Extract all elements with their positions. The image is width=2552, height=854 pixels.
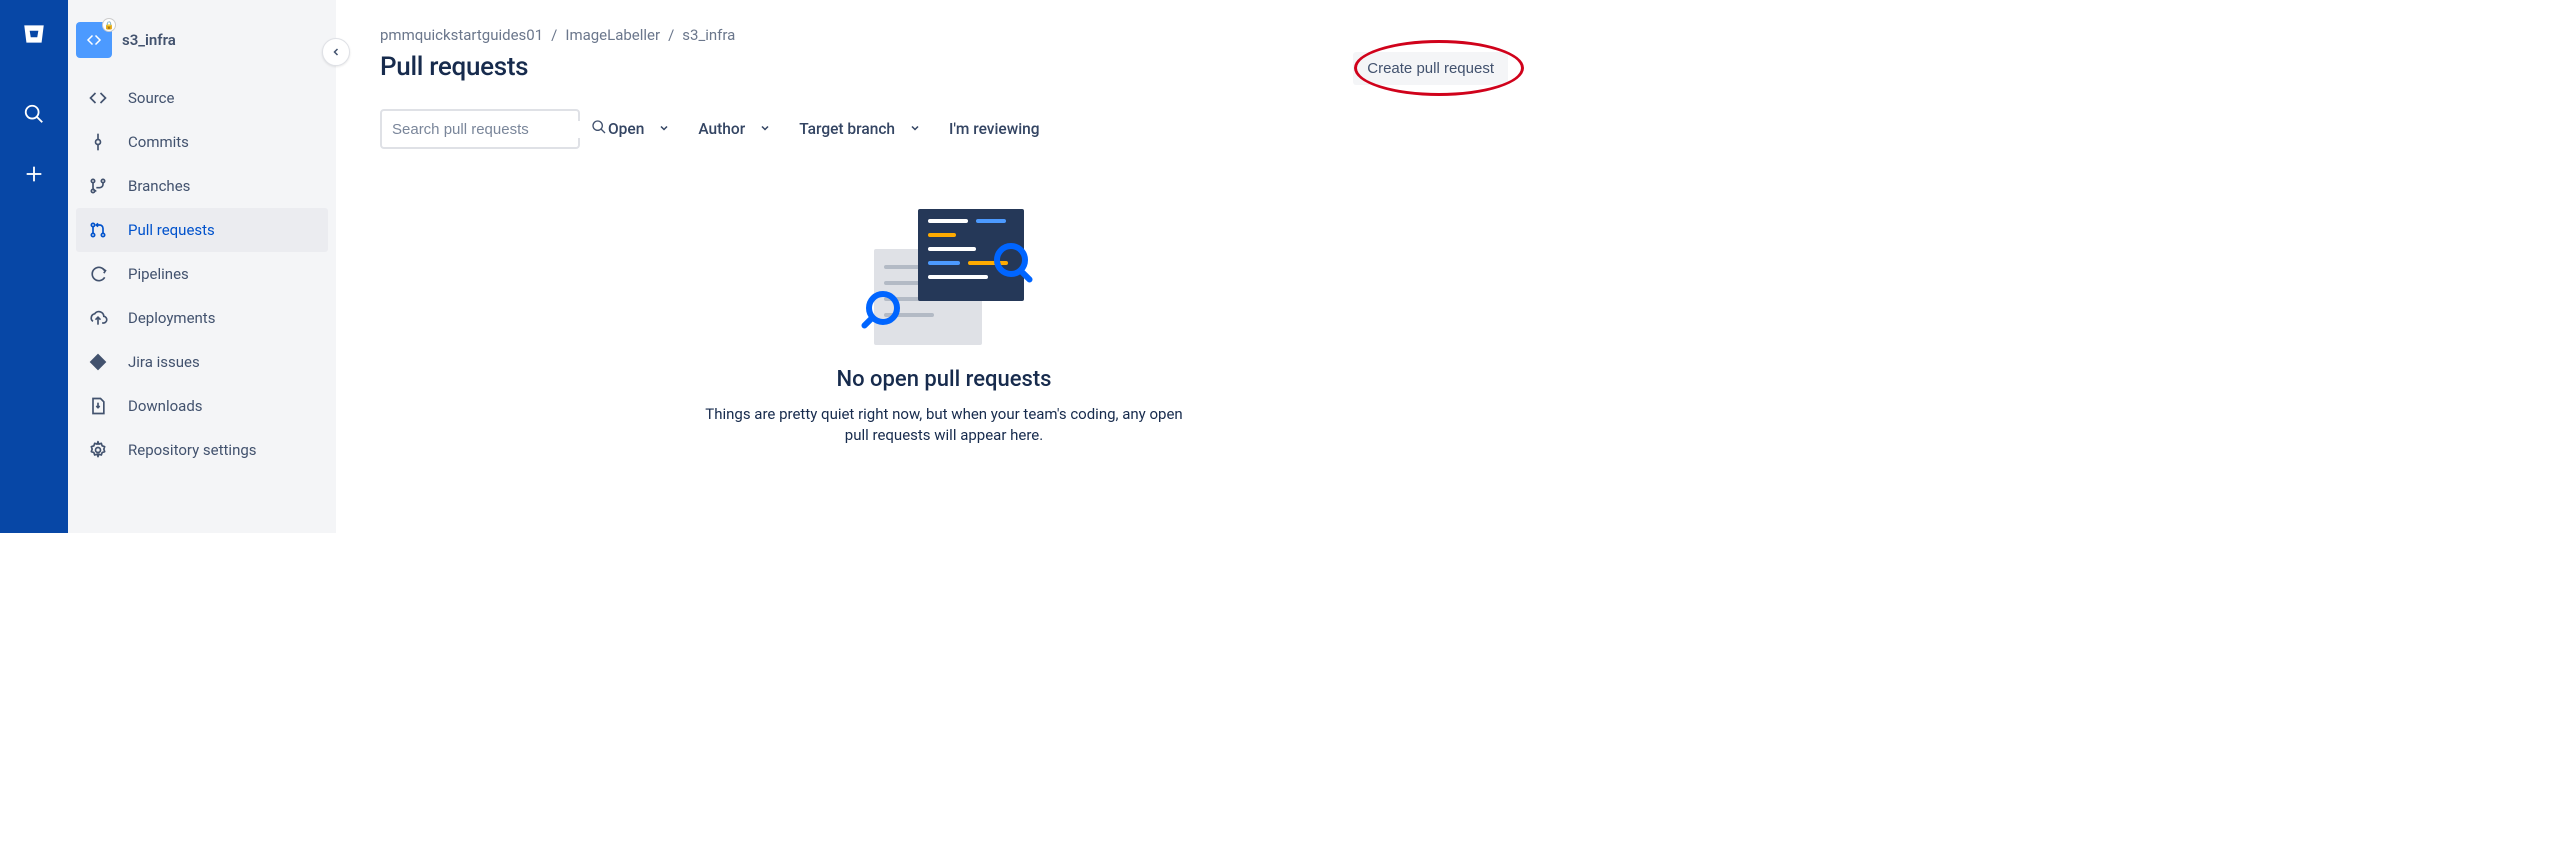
deployments-icon — [86, 306, 110, 330]
search-pull-requests[interactable] — [380, 109, 580, 149]
nav-pull-requests[interactable]: Pull requests — [76, 208, 328, 252]
nav-jira-issues[interactable]: Jira issues — [76, 340, 328, 384]
nav-label: Repository settings — [128, 441, 257, 459]
nav-label: Jira issues — [128, 353, 200, 371]
empty-state: No open pull requests Things are pretty … — [644, 209, 1244, 446]
filter-label: Target branch — [799, 120, 895, 138]
filter-reviewing[interactable]: I'm reviewing — [949, 120, 1040, 138]
filter-target-branch[interactable]: Target branch — [799, 120, 921, 138]
settings-icon — [86, 438, 110, 462]
nav-downloads[interactable]: Downloads — [76, 384, 328, 428]
nav-repo-settings[interactable]: Repository settings — [76, 428, 328, 472]
repo-name: s3_infra — [122, 31, 176, 49]
magnifier-icon — [994, 243, 1028, 277]
search-input[interactable] — [392, 121, 591, 138]
main-content: pmmquickstartguides01 / ImageLabeller / … — [336, 0, 1552, 533]
nav-commits[interactable]: Commits — [76, 120, 328, 164]
magnifier-icon — [866, 291, 900, 325]
nav-label: Source — [128, 89, 174, 107]
nav-label: Pipelines — [128, 265, 189, 283]
global-nav — [0, 0, 68, 533]
branches-icon — [86, 174, 110, 198]
breadcrumb: pmmquickstartguides01 / ImageLabeller / … — [380, 26, 1508, 44]
sidebar: 🔒 s3_infra Source Commits Branches Pull … — [68, 0, 336, 533]
nav-pipelines[interactable]: Pipelines — [76, 252, 328, 296]
chevron-down-icon — [909, 120, 921, 138]
empty-heading: No open pull requests — [837, 367, 1052, 392]
repo-icon: 🔒 — [76, 22, 112, 58]
filter-bar: Open Author Target branch I'm reviewing — [380, 109, 1508, 149]
nav-label: Pull requests — [128, 221, 215, 239]
nav-branches[interactable]: Branches — [76, 164, 328, 208]
create-pull-request-button[interactable]: Create pull request — [1353, 52, 1508, 85]
nav-label: Branches — [128, 177, 190, 195]
search-icon[interactable] — [14, 94, 54, 134]
collapse-sidebar-button[interactable] — [322, 38, 350, 66]
breadcrumb-repo[interactable]: s3_infra — [682, 26, 735, 44]
filter-label: Open — [608, 120, 644, 138]
filter-label: Author — [698, 120, 745, 138]
chevron-down-icon — [658, 120, 670, 138]
create-icon[interactable] — [14, 154, 54, 194]
nav-source[interactable]: Source — [76, 76, 328, 120]
breadcrumb-project[interactable]: ImageLabeller — [565, 26, 660, 44]
jira-icon — [86, 350, 110, 374]
page-title: Pull requests — [380, 52, 528, 82]
bitbucket-logo-icon[interactable] — [14, 14, 54, 54]
search-icon — [591, 119, 607, 139]
breadcrumb-workspace[interactable]: pmmquickstartguides01 — [380, 26, 543, 44]
lock-icon: 🔒 — [102, 18, 116, 32]
pull-requests-icon — [86, 218, 110, 242]
nav-label: Commits — [128, 133, 189, 151]
empty-body: Things are pretty quiet right now, but w… — [699, 404, 1189, 446]
pipelines-icon — [86, 262, 110, 286]
filter-author[interactable]: Author — [698, 120, 771, 138]
source-icon — [86, 86, 110, 110]
nav-label: Deployments — [128, 309, 215, 327]
downloads-icon — [86, 394, 110, 418]
nav-label: Downloads — [128, 397, 203, 415]
empty-illustration — [864, 209, 1024, 349]
chevron-down-icon — [759, 120, 771, 138]
repo-header[interactable]: 🔒 s3_infra — [76, 18, 328, 76]
nav-deployments[interactable]: Deployments — [76, 296, 328, 340]
filter-state[interactable]: Open — [608, 120, 670, 138]
commits-icon — [86, 130, 110, 154]
